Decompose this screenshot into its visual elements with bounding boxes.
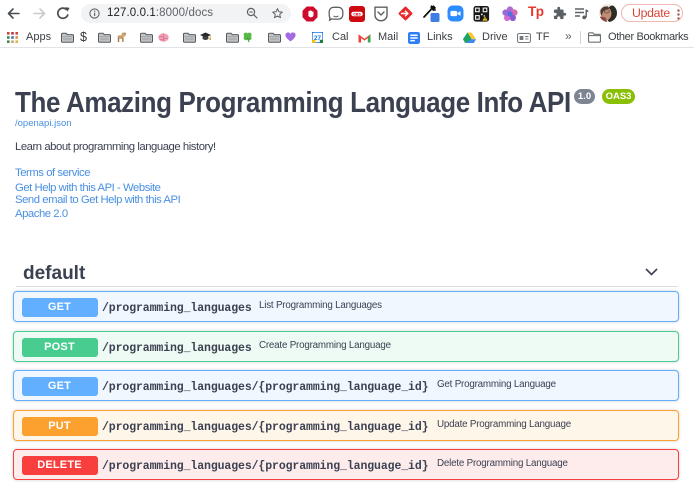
svg-text:27: 27 xyxy=(314,35,322,42)
svg-text:CBS: CBS xyxy=(353,12,361,16)
